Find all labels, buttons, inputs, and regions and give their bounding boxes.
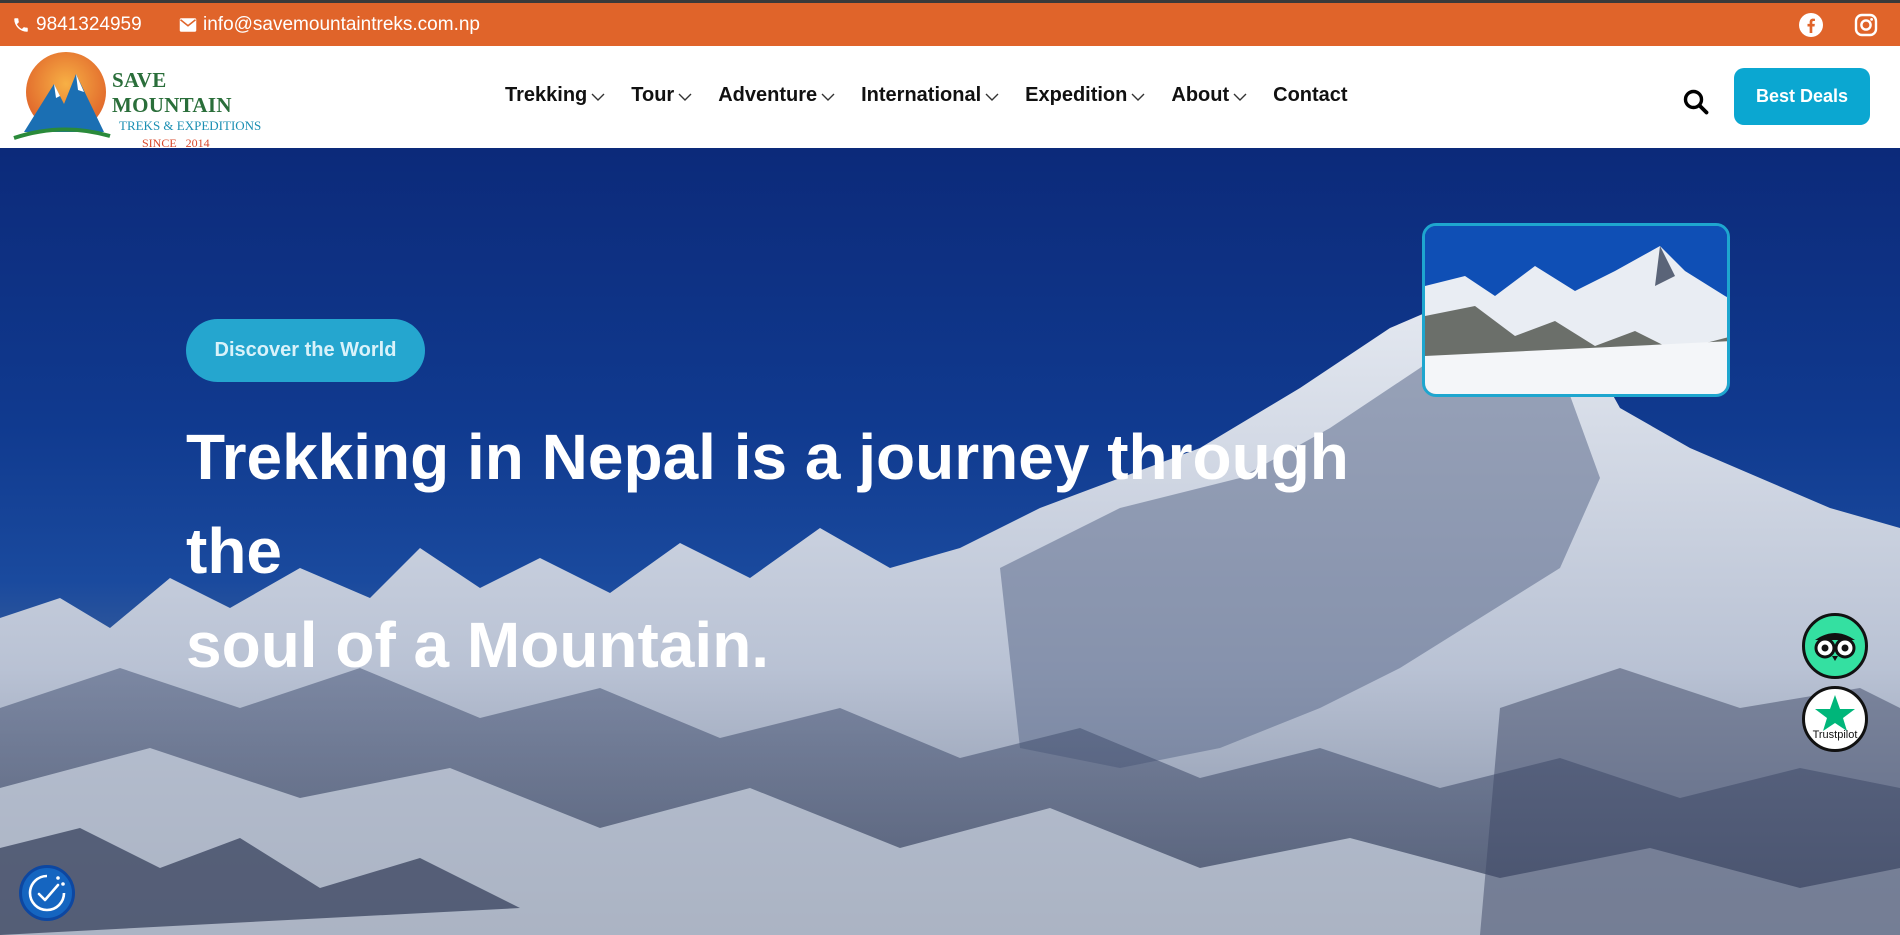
nav-trekking[interactable]: Trekking [505, 84, 605, 107]
best-deals-button[interactable]: Best Deals [1734, 68, 1870, 125]
star-icon [1815, 695, 1855, 731]
mountain-thumbnail-image[interactable] [1422, 223, 1730, 397]
facebook-icon[interactable] [1798, 12, 1824, 38]
search-icon [1683, 89, 1709, 115]
headline-line-1: Trekking in Nepal is a journey through t… [186, 421, 1349, 587]
instagram-icon[interactable] [1853, 12, 1879, 38]
nav-about[interactable]: About [1171, 84, 1247, 107]
tripadvisor-icon [1814, 633, 1856, 661]
headline-line-2: soul of a Mountain. [186, 609, 770, 681]
chevron-down-icon [821, 93, 835, 101]
nav-label: Expedition [1025, 84, 1128, 106]
email-address: info@savemountaintreks.com.np [203, 14, 480, 35]
main-header: SAVE MOUNTAIN TREKS & EXPEDITIONS SINCE … [0, 46, 1900, 150]
nav-label: Trekking [505, 84, 588, 106]
nav-label: Tour [631, 84, 675, 106]
phone-link[interactable]: 9841324959 [12, 14, 142, 36]
envelope-icon [179, 18, 197, 32]
nav-label: Adventure [718, 84, 818, 106]
phone-icon [14, 18, 28, 32]
tripadvisor-badge[interactable] [1802, 613, 1868, 679]
chevron-down-icon [1131, 93, 1145, 101]
cookie-settings-button[interactable] [19, 865, 75, 921]
nav-expedition[interactable]: Expedition [1025, 84, 1145, 107]
logo-subtitle: TREKS & EXPEDITIONS [119, 118, 262, 133]
trustpilot-badge[interactable]: Trustpilot [1802, 686, 1868, 752]
nav-label: International [861, 84, 982, 106]
hero-section: Discover the World Trekking in Nepal is … [0, 148, 1900, 935]
phone-number: 9841324959 [36, 14, 142, 35]
nav-label: Contact [1273, 84, 1348, 106]
nav-tour[interactable]: Tour [631, 84, 692, 107]
mountain-logo-icon [13, 52, 111, 140]
top-bar: 9841324959 info@savemountaintreks.com.np [0, 0, 1900, 46]
logo-title: SAVE MOUNTAIN [112, 68, 232, 117]
hero-headline: Trekking in Nepal is a journey through t… [186, 410, 1436, 692]
site-logo[interactable]: SAVE MOUNTAIN TREKS & EXPEDITIONS SINCE … [12, 52, 272, 150]
chevron-down-icon [591, 93, 605, 101]
main-nav: Trekking Tour Adventure International Ex… [505, 84, 1374, 107]
chevron-down-icon [985, 93, 999, 101]
nav-label: About [1171, 84, 1230, 106]
discover-tag-button[interactable]: Discover the World [186, 319, 425, 382]
nav-contact[interactable]: Contact [1273, 84, 1347, 107]
trustpilot-label: Trustpilot [1812, 729, 1858, 741]
search-button[interactable] [1682, 88, 1710, 116]
logo-text: SAVE MOUNTAIN TREKS & EXPEDITIONS SINCE … [112, 68, 272, 151]
email-link[interactable]: info@savemountaintreks.com.np [179, 14, 480, 36]
chevron-down-icon [1233, 93, 1247, 101]
chevron-down-icon [678, 93, 692, 101]
nav-international[interactable]: International [861, 84, 999, 107]
nav-adventure[interactable]: Adventure [718, 84, 835, 107]
cookie-consent-icon [28, 874, 66, 912]
